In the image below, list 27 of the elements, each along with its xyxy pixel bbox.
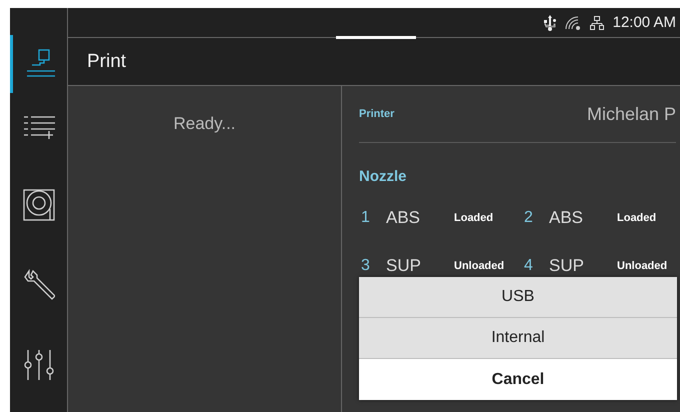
- load-state: Unloaded: [454, 260, 504, 272]
- cancel-button[interactable]: Cancel: [359, 359, 677, 400]
- network-icon: [590, 16, 604, 30]
- nozzle-number: 3: [360, 257, 371, 275]
- load-state: Loaded: [617, 212, 656, 224]
- load-state: Loaded: [454, 212, 494, 224]
- load-state: Unloaded: [617, 260, 668, 272]
- sliders-icon: [22, 349, 54, 381]
- wifi-icon: [564, 16, 581, 30]
- clock-time: 12:00 AM: [612, 14, 676, 31]
- printer-name: Michelan P: [586, 104, 676, 124]
- menu-option[interactable]: USB: [359, 277, 677, 318]
- wrench-icon: [22, 269, 54, 301]
- material-name: SUP: [549, 256, 585, 276]
- printer-label: Printer: [359, 108, 394, 120]
- menu-option[interactable]: Internal: [359, 318, 677, 359]
- material-name: ABS: [549, 208, 584, 228]
- material-name: ABS: [386, 208, 422, 228]
- nozzle-number: 2: [523, 209, 534, 227]
- nozzle-number: 1: [360, 209, 371, 227]
- usb-icon: [544, 14, 556, 30]
- material-name: SUP: [386, 256, 422, 276]
- drive-icon: [22, 189, 54, 221]
- nozzle-heading: Nozzle: [359, 168, 408, 185]
- page-title: Print: [87, 50, 126, 72]
- status-text: Ready...: [173, 114, 236, 134]
- nozzle-number: 4: [523, 257, 534, 275]
